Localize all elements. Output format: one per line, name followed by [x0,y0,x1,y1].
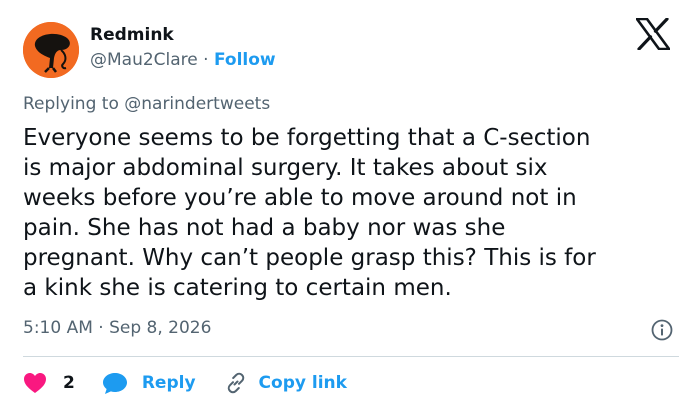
user-handle[interactable]: @Mau2Clare [90,50,198,70]
copy-link-label: Copy link [258,373,347,393]
info-icon[interactable] [650,318,674,342]
action-bar: 2 Reply Copy link [23,369,347,397]
display-name[interactable]: Redmink [90,24,174,46]
link-icon [227,372,244,394]
tweet-date[interactable]: Sep 8, 2026 [109,318,211,338]
reply-button[interactable]: Reply [102,371,196,395]
like-button[interactable]: 2 [23,372,102,394]
reply-label: Reply [141,373,196,393]
tweet-time[interactable]: 5:10 AM [23,318,93,338]
alien-avatar-image [23,22,79,78]
divider [23,356,679,357]
like-count: 2 [63,373,75,393]
replying-to-handle[interactable]: @narindertweets [124,94,270,114]
handle-row: @Mau2Clare · Follow [90,49,276,71]
copy-link-button[interactable]: Copy link [224,371,347,395]
handle-separator: · [203,50,209,70]
avatar[interactable] [23,22,79,78]
replying-to-prefix: Replying to [23,94,119,114]
speech-bubble-icon [102,373,127,394]
timestamp-separator: · [98,318,104,338]
tweet-text: Everyone seems to be forgetting that a C… [23,125,596,301]
replying-to: Replying to @narindertweets [23,93,270,115]
tweet-timestamp[interactable]: 5:10 AM · Sep 8, 2026 [23,317,211,339]
x-logo-icon[interactable] [636,18,670,50]
follow-button[interactable]: Follow [214,50,276,70]
heart-icon [24,373,46,393]
